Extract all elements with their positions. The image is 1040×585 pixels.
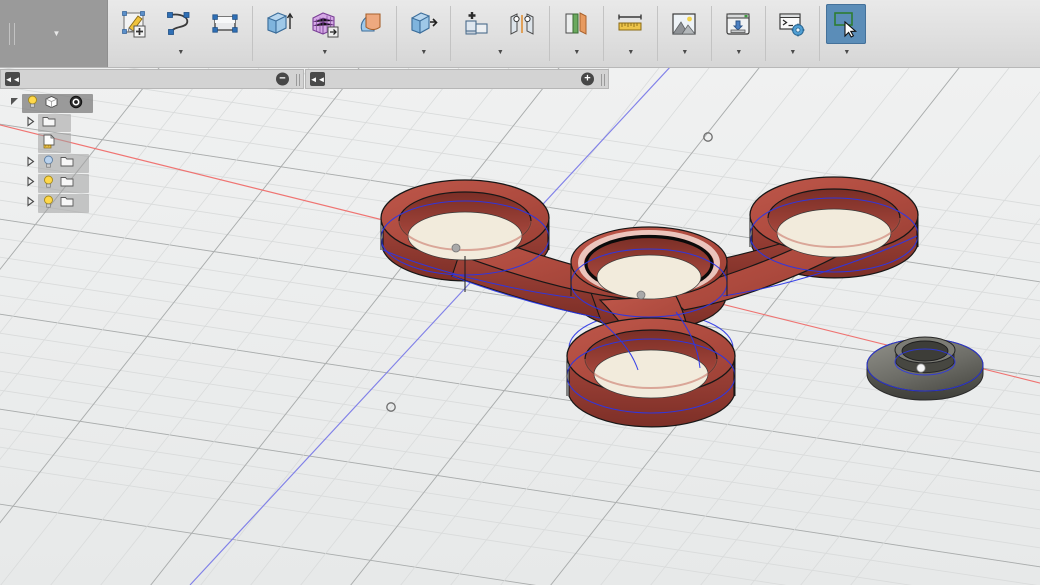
- create-sketch-icon[interactable]: [115, 4, 155, 44]
- bottom-lobe-floor: [593, 349, 709, 399]
- toolbar-group-label[interactable]: ▼: [175, 47, 184, 58]
- chevron-down-icon: ▼: [627, 49, 635, 56]
- toolbar-group-label[interactable]: ▼: [418, 47, 427, 58]
- scripts-addins-icon[interactable]: [772, 4, 812, 44]
- tree-node-named-views[interactable]: [0, 113, 304, 133]
- chevron-down-icon: ▼: [321, 49, 329, 56]
- twisty-open-icon[interactable]: [6, 96, 22, 110]
- lightbulb-on-icon[interactable]: [42, 195, 55, 212]
- toolbar-group-addins: ▼: [765, 0, 819, 67]
- chevron-down-icon: ▼: [420, 49, 428, 56]
- toolbar-group-label[interactable]: ▼: [495, 47, 504, 58]
- add-comment-icon[interactable]: +: [581, 72, 594, 86]
- folder-icon: [60, 175, 74, 191]
- new-component-icon[interactable]: [457, 4, 497, 44]
- cap-center-point: [916, 363, 926, 373]
- lightbulb-on-icon[interactable]: [26, 95, 39, 112]
- folder-icon: [60, 195, 74, 211]
- chevron-down-icon: ▼: [177, 49, 185, 56]
- offset-plane-icon[interactable]: [556, 4, 596, 44]
- measure-icon[interactable]: [610, 4, 650, 44]
- chevron-down-icon: ▼: [496, 49, 505, 56]
- bearing-cap-body[interactable]: [866, 336, 984, 401]
- tree-node-bodies[interactable]: [0, 173, 304, 193]
- toolbar-group-label[interactable]: ▼: [787, 47, 796, 58]
- toolbar-group-label[interactable]: ▼: [841, 47, 850, 58]
- panel-grip-handle: [296, 74, 300, 86]
- lightbulb-on-icon[interactable]: [42, 175, 55, 192]
- folder-icon: [60, 155, 74, 171]
- chevron-down-icon: ▼: [789, 49, 797, 56]
- left-lobe-floor: [407, 211, 523, 261]
- chevron-down-icon: ▼: [735, 49, 743, 56]
- main-toolbar: ▼ ▼ ▼ ▼ ▼ ▼ ▼ ▼ ▼ ▼ ▼: [0, 0, 1040, 68]
- twisty-closed-icon[interactable]: [22, 116, 38, 130]
- toolbar-group-construct: ▼: [549, 0, 603, 67]
- tree-node-sketches[interactable]: [0, 193, 304, 213]
- toolbar-group-label[interactable]: ▼: [319, 47, 328, 58]
- toolbar-group-assemble: ▼: [450, 0, 549, 67]
- revolve-icon[interactable]: [349, 4, 389, 44]
- folder-icon: [42, 115, 56, 131]
- twisty-closed-icon[interactable]: [22, 176, 38, 190]
- body-point-left: [451, 243, 461, 253]
- minimize-icon[interactable]: −: [276, 72, 289, 86]
- extrude-icon[interactable]: [259, 4, 299, 44]
- chevron-down-icon: ▼: [573, 49, 581, 56]
- comments-header: ◄◄ +: [305, 69, 609, 89]
- spline-icon[interactable]: [160, 4, 200, 44]
- right-lobe-floor: [776, 208, 892, 258]
- toolbar-group-label[interactable]: ▼: [733, 47, 742, 58]
- select-cursor-icon[interactable]: [826, 4, 866, 44]
- 3d-print-icon[interactable]: [718, 4, 758, 44]
- toolbar-group-label[interactable]: ▼: [571, 47, 580, 58]
- tree-node-root[interactable]: [0, 93, 304, 113]
- insert-image-icon[interactable]: [664, 4, 704, 44]
- toolbar-grip-handle: [9, 22, 15, 45]
- press-pull-icon[interactable]: [403, 4, 443, 44]
- collapse-left-icon[interactable]: ◄◄: [310, 72, 325, 86]
- twisty-closed-icon[interactable]: [22, 156, 38, 170]
- collapse-left-icon[interactable]: ◄◄: [5, 72, 20, 86]
- workspace-switcher[interactable]: ▼: [0, 0, 108, 67]
- toolbar-group-label[interactable]: ▼: [679, 47, 688, 58]
- rectangle-icon[interactable]: [205, 4, 245, 44]
- browser-panel: ◄◄ −: [0, 69, 304, 213]
- document-cube-icon: [44, 95, 59, 112]
- chevron-down-icon: ▼: [843, 49, 851, 56]
- tree-node-units[interactable]: [0, 133, 304, 153]
- toolbar-group-inspect: ▼: [603, 0, 657, 67]
- browser-header: ◄◄ −: [0, 69, 304, 89]
- panel-grip-handle: [601, 74, 605, 86]
- toolbar-group-label[interactable]: ▼: [625, 47, 634, 58]
- toolbar-group-create: ▼: [252, 0, 396, 67]
- chevron-down-icon: ▼: [681, 49, 689, 56]
- target-icon[interactable]: [69, 95, 83, 112]
- center-hub-floor: [596, 254, 702, 300]
- toolbar-group-modify: ▼: [396, 0, 450, 67]
- twisty-closed-icon[interactable]: [22, 196, 38, 210]
- comments-panel: ◄◄ +: [305, 69, 609, 89]
- body-point-center: [636, 290, 646, 300]
- joint-icon[interactable]: [502, 4, 542, 44]
- chevron-down-icon: ▼: [52, 29, 61, 38]
- units-document-icon: [42, 134, 56, 152]
- toolbar-group-sketch: ▼: [108, 0, 252, 67]
- toolbar-group-select: ▼: [819, 0, 873, 67]
- lightbulb-off-icon[interactable]: [42, 155, 55, 172]
- toolbar-group-insert: ▼: [657, 0, 711, 67]
- toolbar-group-make: ▼: [711, 0, 765, 67]
- browser-tree: [0, 89, 304, 213]
- tree-node-origin[interactable]: [0, 153, 304, 173]
- box-primitive-icon[interactable]: [304, 4, 344, 44]
